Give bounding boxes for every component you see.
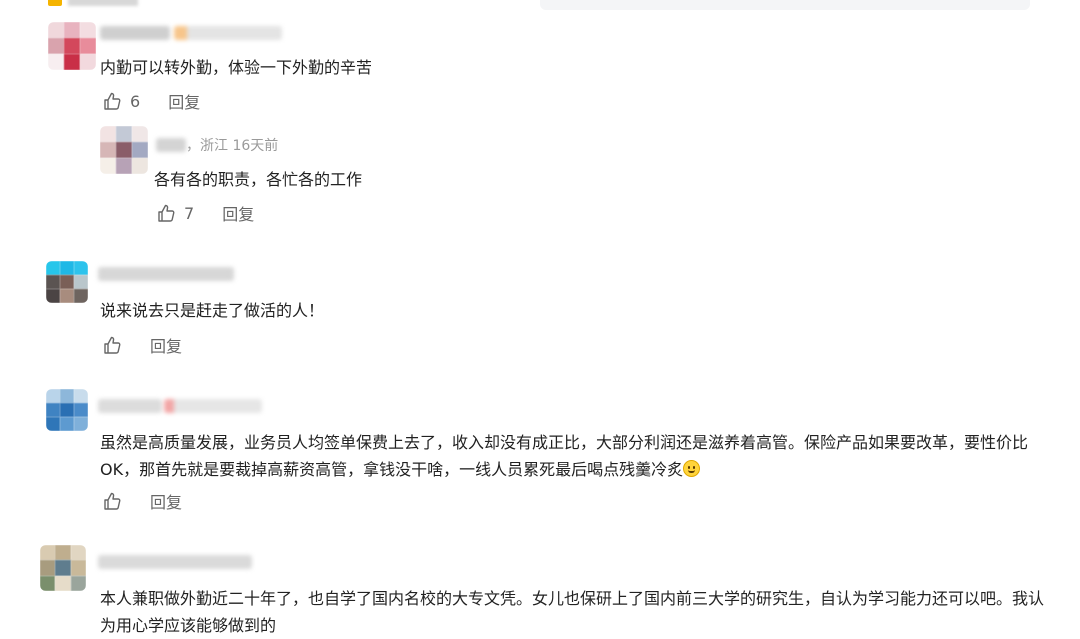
- reply-user-avatar[interactable]: [100, 126, 148, 174]
- reply-button[interactable]: 回复: [168, 89, 200, 113]
- like-count: 6: [130, 91, 141, 111]
- thumbs-up-icon: [102, 335, 122, 355]
- reply-text: 各有各的职责，各忙各的工作: [154, 170, 363, 189]
- user-avatar[interactable]: [46, 389, 88, 431]
- thumbs-up-icon: [156, 203, 176, 223]
- reply-actions: 7 回复: [156, 201, 254, 225]
- user-badge-obscured: [164, 399, 262, 413]
- like-count: 7: [184, 203, 195, 223]
- thumbs-up-icon: [102, 91, 122, 111]
- comment-text: 虽然是高质量发展，业务员人均签单保费上去了，收入却没有成正比，大部分利润还是滋养…: [100, 429, 1045, 483]
- comment-text: 本人兼职做外勤近二十年了，也自学了国内名校的大专文凭。女儿也保研上了国内前三大学…: [100, 589, 1045, 635]
- like-button[interactable]: 6: [102, 91, 140, 111]
- user-avatar[interactable]: [46, 261, 88, 303]
- reply-button[interactable]: 回复: [150, 333, 182, 357]
- section-title-obscured: [68, 0, 138, 6]
- search-bar[interactable]: [540, 0, 1030, 10]
- thumbs-up-icon: [102, 491, 122, 511]
- comment-text: 内勤可以转外勤，体验一下外勤的辛苦: [100, 58, 373, 77]
- reply-button[interactable]: 回复: [222, 201, 254, 225]
- comment-actions: 回复: [102, 489, 182, 513]
- like-button[interactable]: [102, 491, 122, 511]
- top-strip: [0, 0, 1080, 12]
- comment-actions: 回复: [102, 333, 182, 357]
- reply-time: 16天前: [232, 138, 279, 154]
- comment-body: 虽然是高质量发展，业务员人均签单保费上去了，收入却没有成正比，大部分利润还是滋养…: [100, 433, 1029, 479]
- grinning-emoji-icon: [683, 460, 701, 477]
- reply-button[interactable]: 回复: [150, 489, 182, 513]
- comment-actions: 6 回复: [102, 89, 200, 113]
- username-obscured[interactable]: [98, 267, 234, 281]
- username-obscured[interactable]: [100, 26, 170, 40]
- reply-location: ，浙江: [186, 138, 228, 154]
- user-avatar[interactable]: [48, 22, 96, 70]
- username-obscured[interactable]: [98, 399, 162, 413]
- like-button[interactable]: [102, 335, 122, 355]
- username-obscured[interactable]: [98, 555, 252, 569]
- user-badge-obscured: [174, 26, 282, 40]
- reply-meta: ，浙江 16天前: [186, 135, 278, 155]
- comment-text: 说来说去只是赶走了做活的人！: [100, 301, 325, 320]
- reply-like-button[interactable]: 7: [156, 203, 194, 223]
- user-avatar[interactable]: [40, 545, 86, 591]
- section-icon: [48, 0, 62, 6]
- reply-username-obscured[interactable]: [156, 138, 186, 152]
